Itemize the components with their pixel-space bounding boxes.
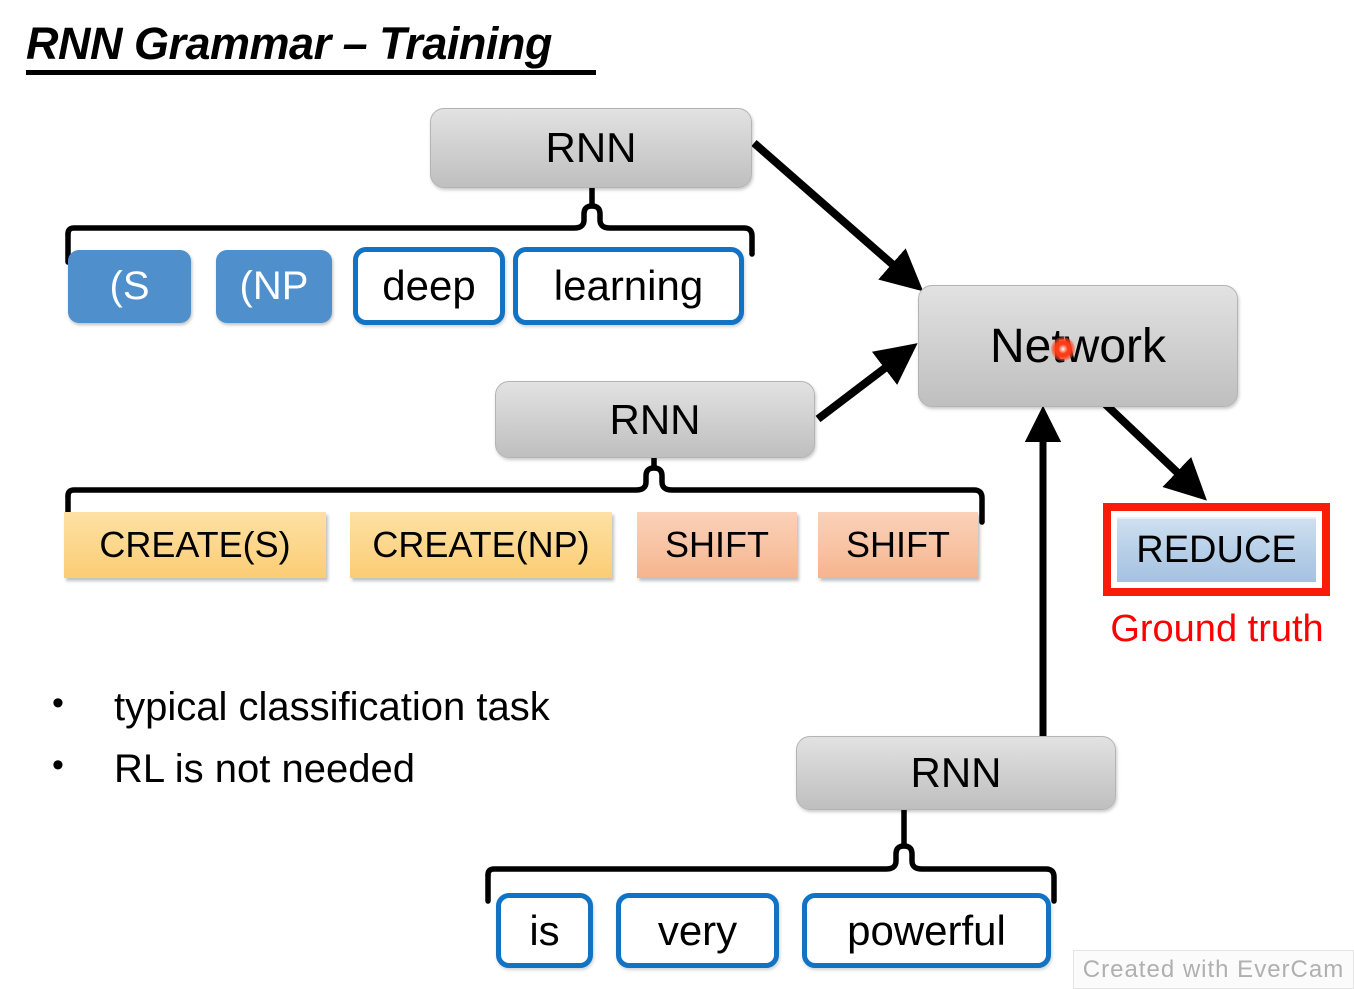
slide-canvas: RNN Grammar – Training RNN (S (NP deep l…: [0, 0, 1354, 989]
action-token-create-np-label: CREATE(NP): [372, 524, 590, 565]
reduce-token-label: REDUCE: [1136, 529, 1297, 571]
arrow-rnn-middle-to-network: [815, 343, 918, 423]
stack-token-learning[interactable]: learning: [513, 247, 744, 325]
buffer-token-very[interactable]: very: [616, 893, 779, 968]
evercam-watermark: Created with EverCam: [1073, 950, 1354, 989]
rnn-node-bottom-label: RNN: [910, 749, 1002, 796]
buffer-token-is[interactable]: is: [496, 893, 593, 968]
rnn-node-top-label: RNN: [545, 124, 637, 171]
action-token-shift-2[interactable]: SHIFT: [818, 512, 978, 578]
page-title: RNN Grammar – Training: [26, 18, 552, 69]
buffer-token-powerful-label: powerful: [847, 906, 1006, 954]
bullet-list: • typical classification task • RL is no…: [52, 684, 550, 808]
buffer-token-is-label: is: [529, 906, 560, 954]
reduce-token[interactable]: REDUCE: [1117, 517, 1316, 582]
rnn-node-middle[interactable]: RNN: [495, 381, 815, 458]
action-token-create-s[interactable]: CREATE(S): [64, 512, 326, 578]
arrow-network-to-reduce: [1098, 397, 1207, 501]
network-node-label: Network: [989, 319, 1167, 373]
network-node[interactable]: Network: [918, 285, 1238, 407]
action-token-shift-2-label: SHIFT: [846, 524, 950, 565]
stack-token-s[interactable]: (S: [68, 250, 191, 323]
stack-token-deep-label: deep: [382, 262, 476, 309]
laser-pointer-dot: [1051, 337, 1075, 361]
title-underline: [26, 70, 596, 75]
stack-token-deep[interactable]: deep: [353, 247, 505, 325]
action-token-shift-1-label: SHIFT: [665, 524, 769, 565]
bullet-marker-icon: •: [52, 684, 64, 722]
rnn-node-bottom[interactable]: RNN: [796, 736, 1116, 810]
action-token-create-s-label: CREATE(S): [99, 524, 291, 565]
action-token-shift-1[interactable]: SHIFT: [637, 512, 797, 578]
ground-truth-highlight-frame: REDUCE: [1103, 503, 1330, 596]
buffer-token-very-label: very: [657, 906, 738, 954]
stack-token-s-label: (S: [109, 264, 150, 308]
rnn-node-middle-label: RNN: [609, 395, 701, 443]
bullet-item-2-text: RL is not needed: [114, 747, 415, 791]
stack-token-np-label: (NP: [239, 264, 309, 308]
action-token-create-np[interactable]: CREATE(NP): [350, 512, 612, 578]
buffer-token-powerful[interactable]: powerful: [802, 893, 1051, 968]
stack-token-learning-label: learning: [553, 262, 704, 309]
bullet-item-1: • typical classification task: [52, 684, 550, 730]
bullet-item-1-text: typical classification task: [114, 685, 550, 729]
bullet-item-2: • RL is not needed: [52, 746, 550, 792]
rnn-node-top[interactable]: RNN: [430, 108, 752, 188]
arrow-rnn-top-to-network: [751, 139, 924, 292]
ground-truth-caption: Ground truth: [1110, 608, 1324, 650]
stack-token-np[interactable]: (NP: [216, 250, 332, 323]
bullet-marker-icon: •: [52, 746, 64, 784]
